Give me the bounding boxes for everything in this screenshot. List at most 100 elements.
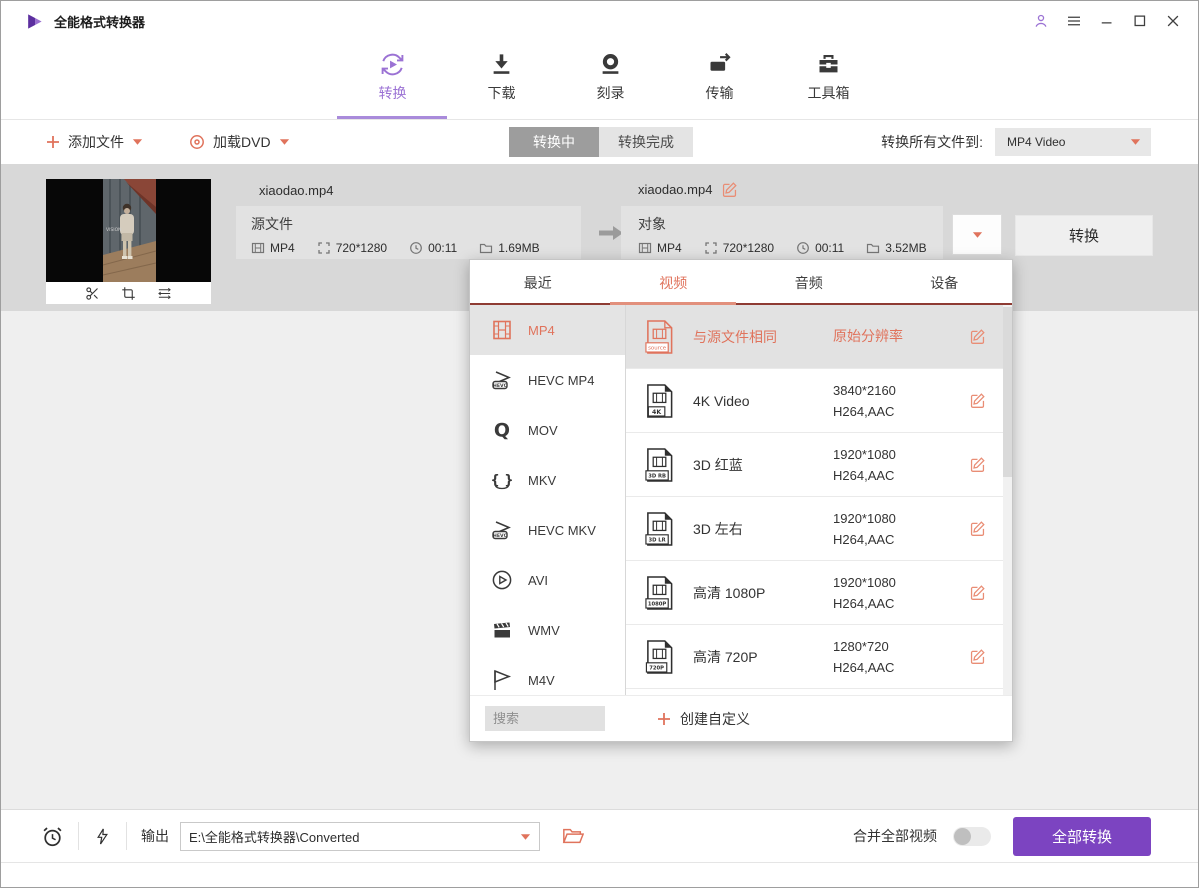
load-dvd-button[interactable]: 加载DVD: [189, 120, 290, 164]
account-icon[interactable]: [1032, 12, 1050, 30]
popup-tab-device[interactable]: 设备: [877, 260, 1013, 305]
clapperboard-icon: [490, 618, 514, 642]
search-input[interactable]: [485, 706, 605, 731]
output-path-input[interactable]: [180, 822, 540, 851]
edit-icon[interactable]: [969, 456, 986, 473]
tab-converted[interactable]: 转换完成: [599, 127, 693, 157]
edit-icon[interactable]: [969, 520, 986, 537]
nav-tab-transfer[interactable]: 传输: [677, 51, 762, 103]
app-window: 全能格式转换器 转换 下载 刻录 传输: [0, 0, 1199, 888]
close-icon[interactable]: [1164, 12, 1182, 30]
svg-text:HEVC: HEVC: [493, 383, 508, 389]
target-file-name: xiaodao.mp4: [638, 182, 712, 197]
effects-sliders-icon[interactable]: [157, 286, 172, 301]
preset-row-hd-720p[interactable]: 720P 高清 720P 1280*720H264,AAC: [626, 625, 1012, 689]
video-thumbnail[interactable]: VISION: [46, 179, 211, 304]
chevron-down-icon: [132, 138, 143, 146]
source-duration: 00:11: [428, 241, 457, 255]
film-icon: [251, 241, 265, 255]
rename-edit-icon[interactable]: [721, 181, 738, 198]
svg-text:1080P: 1080P: [648, 601, 667, 607]
target-format: MP4: [657, 241, 682, 255]
format-item-avi[interactable]: AVI: [470, 555, 625, 605]
trim-scissors-icon[interactable]: [85, 286, 100, 301]
popup-active-tab-underline: [610, 302, 736, 305]
folder-icon: [866, 241, 880, 255]
format-item-hevc-mkv[interactable]: HEVC HEVC MKV: [470, 505, 625, 555]
hevc-play-icon: HEVC: [490, 518, 514, 542]
add-file-label: 添加文件: [68, 132, 124, 152]
nav-tab-toolbox[interactable]: 工具箱: [786, 51, 871, 103]
convert-state-tabs: 转换中 转换完成: [509, 127, 693, 157]
format-item-mkv[interactable]: { } MKV: [470, 455, 625, 505]
nav-tab-download[interactable]: 下载: [459, 51, 544, 103]
output-format-dropdown[interactable]: MP4 Video: [995, 128, 1151, 156]
maximize-icon[interactable]: [1131, 12, 1149, 30]
create-custom-button[interactable]: 创建自定义: [657, 709, 750, 729]
tab-converting[interactable]: 转换中: [509, 127, 599, 157]
toggle-knob: [954, 828, 971, 845]
app-title: 全能格式转换器: [54, 12, 145, 31]
preset-name: 3D 红蓝: [693, 455, 833, 475]
source-file-name: xiaodao.mp4: [259, 183, 333, 198]
convert-button[interactable]: 转换: [1015, 215, 1153, 256]
output-path-select[interactable]: [180, 822, 540, 851]
presets-scrollbar[interactable]: [1003, 305, 1012, 695]
folder-icon: [479, 241, 493, 255]
popup-tab-audio[interactable]: 音频: [741, 260, 877, 305]
divider: [78, 822, 79, 850]
scrollbar-thumb[interactable]: [1003, 307, 1012, 477]
edit-icon[interactable]: [969, 648, 986, 665]
format-item-wmv[interactable]: WMV: [470, 605, 625, 655]
preset-codec: H264,AAC: [833, 465, 968, 486]
edit-icon[interactable]: [969, 328, 986, 345]
target-duration: 00:11: [815, 241, 844, 255]
popup-tab-recent[interactable]: 最近: [470, 260, 606, 305]
resolution-icon: [704, 241, 718, 255]
preset-list: source 与源文件相同 原始分辨率 4K 4K Video 3840*216…: [626, 305, 1012, 695]
popup-tabbar: 最近 视频 音频 设备: [470, 260, 1012, 305]
preset-row-3d-lr[interactable]: 3D LR 3D 左右 1920*1080H264,AAC: [626, 497, 1012, 561]
target-format-dropdown-button[interactable]: [952, 214, 1002, 255]
menu-icon[interactable]: [1065, 12, 1083, 30]
format-item-hevc-mp4[interactable]: HEVC HEVC MP4: [470, 355, 625, 405]
play-circle-icon: [490, 568, 514, 592]
preset-row-4k[interactable]: 4K 4K Video 3840*2160H264,AAC: [626, 369, 1012, 433]
preset-resolution: 1920*1080: [833, 572, 968, 593]
popup-bottom-bar: 创建自定义: [470, 695, 1012, 741]
source-format: MP4: [270, 241, 295, 255]
merge-videos-toggle[interactable]: [953, 827, 991, 846]
high-speed-bolt-icon[interactable]: [93, 825, 112, 848]
format-item-mov[interactable]: Q MOV: [470, 405, 625, 455]
svg-text:3D RB: 3D RB: [648, 473, 666, 479]
minimize-icon[interactable]: [1098, 12, 1116, 30]
nav-label: 下载: [488, 83, 516, 103]
edit-icon[interactable]: [969, 584, 986, 601]
preset-1080p-icon: 1080P: [644, 575, 675, 611]
nav-tab-burn[interactable]: 刻录: [568, 51, 653, 103]
edit-icon[interactable]: [969, 392, 986, 409]
open-folder-icon[interactable]: [562, 826, 584, 846]
svg-text:4K: 4K: [652, 409, 661, 416]
nav-label: 转换: [379, 83, 407, 103]
preset-resolution: 1280*720: [833, 636, 968, 657]
nav-tab-convert[interactable]: 转换: [350, 51, 435, 103]
nav-label: 刻录: [597, 83, 625, 103]
preset-row-same-as-source[interactable]: source 与源文件相同 原始分辨率: [626, 305, 1012, 369]
schedule-clock-icon[interactable]: [41, 825, 64, 848]
preset-row-hd-1080p[interactable]: 1080P 高清 1080P 1920*1080H264,AAC: [626, 561, 1012, 625]
chevron-down-icon: [1130, 138, 1141, 146]
format-item-m4v[interactable]: M4V: [470, 655, 625, 695]
add-file-button[interactable]: 添加文件: [46, 120, 143, 164]
convert-all-to-label: 转换所有文件到:: [881, 132, 983, 152]
convert-all-button[interactable]: 全部转换: [1013, 817, 1151, 856]
popup-tab-video[interactable]: 视频: [606, 260, 742, 305]
output-label: 输出: [141, 826, 169, 846]
format-item-mp4[interactable]: MP4: [470, 305, 625, 355]
titlebar: 全能格式转换器: [1, 1, 1198, 41]
svg-text:3D LR: 3D LR: [649, 537, 666, 543]
crop-icon[interactable]: [121, 286, 136, 301]
preset-name: 4K Video: [693, 393, 833, 409]
active-tab-underline: [337, 116, 447, 119]
preset-row-3d-rb[interactable]: 3D RB 3D 红蓝 1920*1080H264,AAC: [626, 433, 1012, 497]
